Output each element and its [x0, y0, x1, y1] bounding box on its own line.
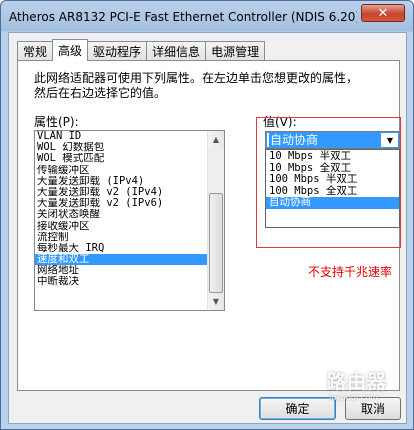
watermark-subtext: luyouqi.com	[329, 393, 378, 402]
property-list-item[interactable]: 关闭状态唤醒	[35, 209, 207, 220]
chevron-down-icon[interactable]: ▼	[383, 133, 397, 147]
property-list-item[interactable]: 网络地址	[35, 265, 207, 276]
watermark-text: 路由器	[327, 371, 388, 393]
scroll-up-icon: ▲	[212, 135, 220, 144]
property-list-item[interactable]: 速度和双工	[35, 254, 207, 266]
tab-advanced[interactable]: 高级	[52, 39, 89, 61]
tab-general[interactable]: 常规	[17, 41, 54, 61]
property-list-item[interactable]: VLAN ID	[35, 131, 207, 142]
property-scrollbar[interactable]: ▲ ▼	[207, 131, 224, 310]
value-option[interactable]: 100 Mbps 半双工	[266, 173, 399, 186]
tab-strip: 常规 高级 驱动程序 详细信息 电源管理	[17, 39, 266, 61]
scroll-down-button[interactable]: ▼	[208, 293, 224, 310]
property-list: VLAN ID WOL 幻数据包 WOL 模式匹配 传输缓冲区 大量发送卸载 (IPv4…	[35, 131, 207, 288]
property-list-item[interactable]: 大量发送卸载 v2 (IPv4)	[35, 187, 207, 198]
scroll-up-button[interactable]: ▲	[208, 131, 224, 148]
window-title: Atheros AR8132 PCI-E Fast Ethernet Contr…	[9, 9, 357, 24]
property-list-item[interactable]: 每秒最大 IRQ	[35, 243, 207, 254]
tab-details[interactable]: 详细信息	[146, 41, 207, 61]
tab-driver[interactable]: 驱动程序	[87, 41, 148, 61]
property-list-item[interactable]: WOL 幻数据包	[35, 142, 207, 153]
property-list-item[interactable]: WOL 模式匹配	[35, 153, 207, 164]
value-option[interactable]: 10 Mbps 半双工	[266, 150, 399, 163]
value-option[interactable]: 自动协商	[266, 196, 399, 209]
annotation-text: 不支持千兆速率	[308, 265, 393, 279]
scroll-thumb[interactable]	[209, 193, 223, 293]
advanced-tab-panel: 此网络适配器可使用下列属性。在左边单击您想更改的属性， 然后在右边选择它的值。 …	[17, 60, 401, 391]
close-icon: ✕	[377, 5, 389, 21]
property-list-item[interactable]: 传输缓冲区	[35, 165, 207, 176]
watermark-logo: 路由器 luyouqi.com	[297, 359, 403, 421]
scroll-down-icon: ▼	[212, 297, 220, 306]
property-list-item[interactable]: 大量发送卸载 v2 (IPv6)	[35, 198, 207, 209]
value-combobox[interactable]: 自动协商 ▼	[265, 131, 400, 149]
value-combobox-text: 自动协商	[269, 133, 381, 147]
value-dropdown-list: 10 Mbps 半双工 10 Mbps 全双工 100 Mbps 半双工 100 Mb…	[265, 149, 400, 228]
close-button[interactable]: ✕	[361, 4, 405, 22]
property-list-item[interactable]: 流控制	[35, 232, 207, 243]
title-bar[interactable]: Atheros AR8132 PCI-E Fast Ethernet Contr…	[9, 1, 357, 31]
property-list-item[interactable]: 中断裁决	[35, 276, 207, 287]
property-list-item[interactable]: 接收缓冲区	[35, 221, 207, 232]
property-listbox[interactable]: VLAN ID WOL 幻数据包 WOL 模式匹配 传输缓冲区 大量发送卸载 (IPv4…	[34, 130, 225, 311]
property-label: 属性(P):	[34, 115, 79, 129]
properties-dialog: Atheros AR8132 PCI-E Fast Ethernet Contr…	[0, 0, 414, 430]
tab-power-management[interactable]: 电源管理	[205, 41, 266, 61]
property-list-item[interactable]: 大量发送卸载 (IPv4)	[35, 176, 207, 187]
description-text: 此网络适配器可使用下列属性。在左边单击您想更改的属性， 然后在右边选择它的值。	[34, 71, 359, 100]
